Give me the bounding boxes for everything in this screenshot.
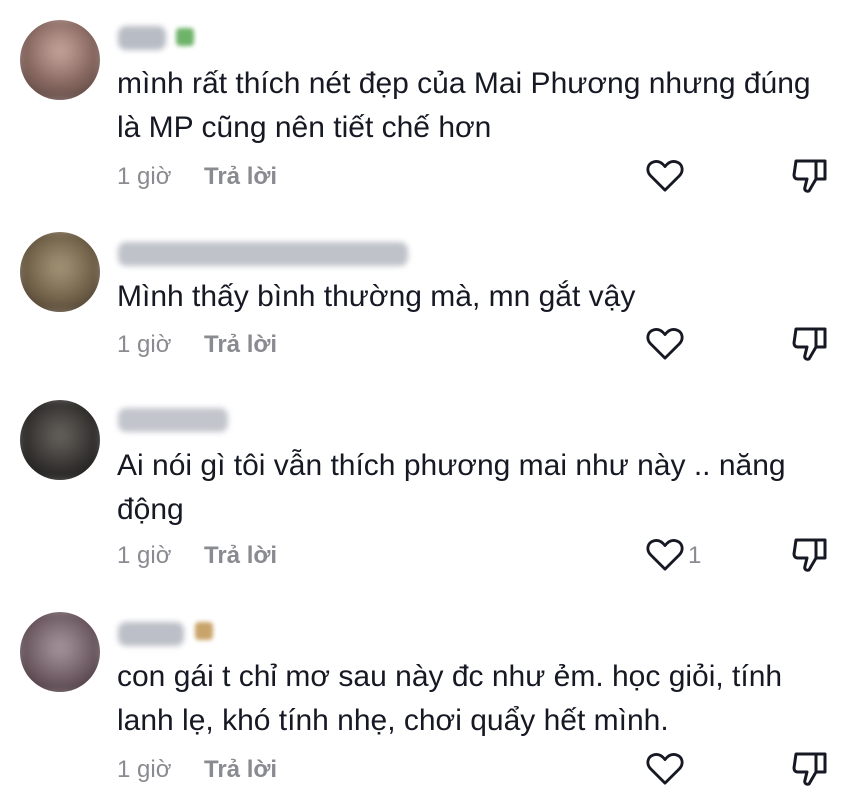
thumbs-down-icon xyxy=(792,538,827,572)
heart-icon xyxy=(646,160,684,192)
comment-text: Ai nói gì tôi vẫn thích phương mai như n… xyxy=(117,449,786,526)
dislike-button[interactable] xyxy=(790,155,830,195)
avatar[interactable] xyxy=(20,20,100,100)
user-badge-icon xyxy=(195,622,213,640)
like-button[interactable] xyxy=(646,537,686,573)
dislike-button[interactable] xyxy=(790,748,830,788)
username-blurred[interactable] xyxy=(118,622,184,646)
reply-button[interactable]: Trả lời xyxy=(204,756,277,784)
reply-button[interactable]: Trả lời xyxy=(204,331,277,359)
reply-button[interactable]: Trả lời xyxy=(204,163,277,191)
comment-text: mình rất thích nét đẹp của Mai Phương nh… xyxy=(117,67,811,144)
avatar[interactable] xyxy=(20,612,100,692)
comment-time: 1 giờ xyxy=(117,163,172,190)
reply-button[interactable]: Trả lời xyxy=(204,542,277,570)
comment-time: 1 giờ xyxy=(117,542,172,569)
comment-time: 1 giờ xyxy=(117,756,172,783)
thumbs-down-icon xyxy=(792,752,827,786)
comment-text: Mình thấy bình thường mà, mn gắt vậy xyxy=(117,280,636,313)
heart-icon xyxy=(646,753,684,785)
like-count: 1 xyxy=(688,542,702,569)
dislike-button[interactable] xyxy=(790,534,830,574)
comment-time: 1 giờ xyxy=(117,331,172,358)
avatar[interactable] xyxy=(20,232,100,312)
heart-icon xyxy=(646,328,684,360)
comment-text: con gái t chỉ mơ sau này đc như ẻm. học … xyxy=(117,660,783,737)
username-blurred[interactable] xyxy=(118,26,166,50)
like-button[interactable] xyxy=(646,751,686,787)
username-blurred[interactable] xyxy=(118,242,408,266)
thumbs-down-icon xyxy=(792,327,827,361)
user-badge-icon xyxy=(176,28,194,46)
username-blurred[interactable] xyxy=(118,408,228,432)
avatar[interactable] xyxy=(20,400,100,480)
dislike-button[interactable] xyxy=(790,323,830,363)
like-button[interactable] xyxy=(646,158,686,194)
thumbs-down-icon xyxy=(792,159,827,193)
heart-icon xyxy=(646,539,684,571)
like-button[interactable] xyxy=(646,326,686,362)
